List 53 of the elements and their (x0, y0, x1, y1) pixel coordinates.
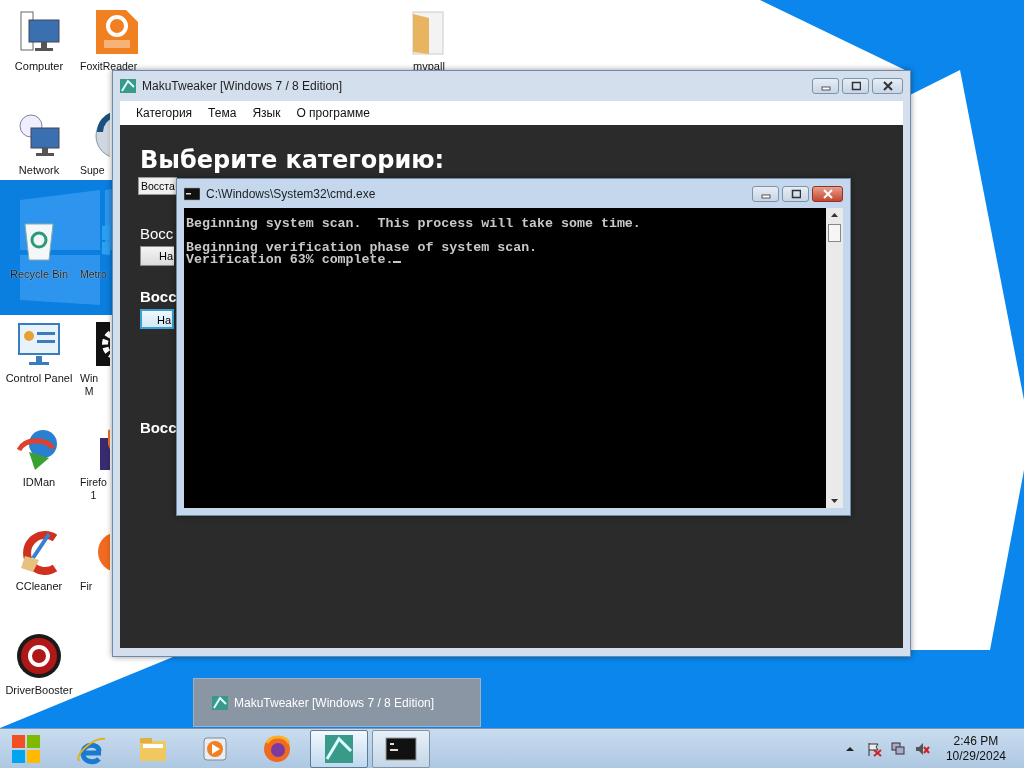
menu-item[interactable]: Тема (200, 106, 245, 120)
close-button[interactable] (812, 185, 843, 202)
scrollbar[interactable] (826, 208, 843, 508)
icon-label[interactable]: Supe (80, 164, 105, 177)
scroll-down-icon[interactable] (831, 499, 838, 503)
icon-label[interactable]: Metro (80, 268, 107, 281)
network-icon[interactable] (889, 740, 906, 757)
console-icon (184, 186, 200, 201)
window-title: C:\Windows\System32\cmd.exe (206, 186, 377, 201)
icon-label[interactable]: mvpall (413, 60, 445, 73)
maximize-button[interactable] (842, 78, 869, 94)
icon-label[interactable]: Win M (80, 372, 99, 398)
clock-date[interactable]: 10/29/2024 (945, 748, 1006, 764)
icon-label[interactable]: Recycle Bin (9, 268, 69, 281)
icon-label[interactable]: Network (18, 164, 60, 177)
flag-icon[interactable] (865, 740, 882, 757)
maximize-icon (790, 188, 801, 199)
action-button[interactable]: На (140, 309, 174, 329)
maximize-button[interactable] (782, 185, 809, 202)
control-panel-icon[interactable] (15, 320, 63, 368)
scrollbar-thumb[interactable] (828, 224, 841, 242)
dropdown[interactable]: Восста (138, 177, 177, 195)
app-icon (212, 695, 228, 710)
console-window[interactable]: C:\Windows\System32\cmd.exe Beginning system scan. This process will take some time. Beginning verification phase of system scan. Verification 63% complete. (176, 178, 851, 516)
scroll-up-icon[interactable] (831, 213, 838, 217)
icon-label[interactable]: IDMan (22, 476, 56, 489)
console-line: Verification 63% complete. (186, 254, 824, 266)
icon-label[interactable]: Control Panel (5, 372, 73, 385)
icon-label[interactable]: Computer (14, 60, 64, 73)
menu-item[interactable]: О программе (288, 106, 378, 120)
close-icon (882, 81, 893, 91)
clock-time[interactable]: 2:46 PM (953, 733, 999, 749)
maximize-icon (850, 81, 861, 91)
window-title: MakuTweaker [Windows 7 / 8 Edition] (142, 79, 344, 93)
menu-item[interactable]: Категория (128, 106, 201, 120)
icon-label[interactable]: Firefo 1 (80, 476, 107, 502)
icon-label[interactable]: Fir (80, 580, 93, 593)
close-icon (822, 188, 833, 199)
close-button[interactable] (872, 78, 903, 94)
taskbar-button[interactable] (372, 729, 430, 768)
section-heading: Выберите категорию: (140, 145, 445, 175)
action-button[interactable]: На (140, 246, 174, 266)
preview-title: MakuTweaker [Windows 7 / 8 Edition] (234, 695, 435, 710)
icon-label[interactable]: FoxitReader (80, 60, 138, 73)
console-line: Beginning verification phase of system scan. (186, 242, 539, 254)
section-heading: Восс (140, 419, 177, 436)
app-icon (120, 79, 136, 93)
icon-label[interactable]: CCleaner (15, 580, 63, 593)
menu-item[interactable]: Язык (244, 106, 289, 120)
icon-label[interactable]: DriverBooster (5, 684, 73, 697)
console-line: Beginning system scan. This process will take some time. (186, 218, 642, 230)
section-heading: Восс (140, 288, 177, 305)
section-label: Восс (140, 225, 174, 242)
